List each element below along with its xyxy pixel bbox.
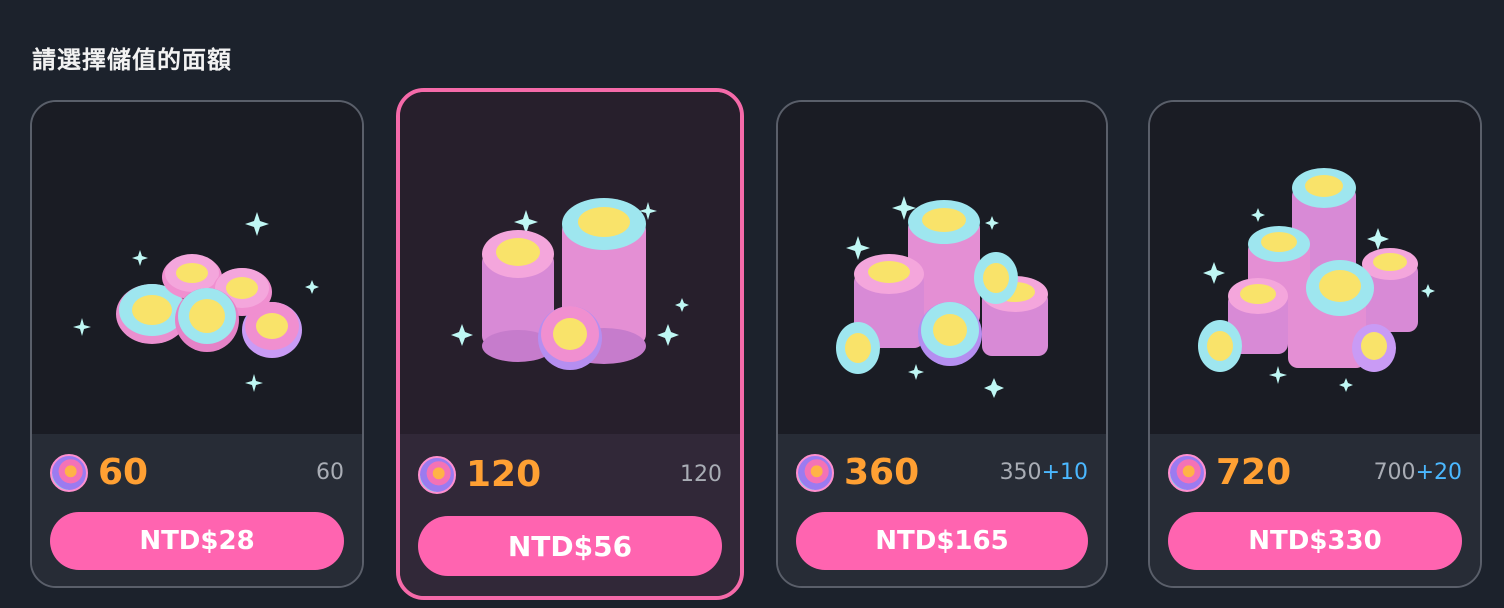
coin-art bbox=[778, 102, 1106, 434]
package-card-120[interactable]: 120 120 NTD$56 bbox=[396, 88, 744, 600]
coin-pile-small-icon bbox=[73, 212, 319, 392]
coin-stacks-large-icon bbox=[836, 196, 1048, 398]
package-card-360[interactable]: 360 350+10 NTD$165 bbox=[776, 100, 1108, 588]
coin-icon bbox=[418, 455, 456, 494]
buy-button-60[interactable]: NTD$28 bbox=[50, 512, 344, 570]
coin-art bbox=[32, 102, 362, 434]
buy-button-720[interactable]: NTD$330 bbox=[1168, 512, 1462, 570]
coin-art bbox=[1150, 102, 1480, 434]
coin-amount: 60 bbox=[98, 452, 149, 493]
coin-art bbox=[400, 92, 740, 436]
coin-icon bbox=[1168, 453, 1206, 492]
coin-stacks-medium-icon bbox=[451, 198, 689, 370]
coin-breakdown: 350+10 bbox=[999, 460, 1088, 485]
coin-stacks-huge-icon bbox=[1198, 168, 1435, 392]
coin-amount: 360 bbox=[844, 452, 920, 493]
buy-button-360[interactable]: NTD$165 bbox=[796, 512, 1088, 570]
package-card-60[interactable]: 60 60 NTD$28 bbox=[30, 100, 364, 588]
buy-button-120[interactable]: NTD$56 bbox=[418, 516, 722, 576]
coin-amount: 720 bbox=[1216, 452, 1292, 493]
coin-breakdown: 700+20 bbox=[1373, 460, 1462, 485]
coin-breakdown: 60 bbox=[316, 460, 344, 485]
coin-icon bbox=[50, 453, 88, 492]
coin-breakdown: 120 bbox=[680, 462, 722, 487]
page-title: 請選擇儲值的面額 bbox=[32, 46, 232, 74]
coin-amount: 120 bbox=[466, 454, 542, 495]
coin-icon bbox=[796, 453, 834, 492]
package-card-720[interactable]: 720 700+20 NTD$330 bbox=[1148, 100, 1482, 588]
